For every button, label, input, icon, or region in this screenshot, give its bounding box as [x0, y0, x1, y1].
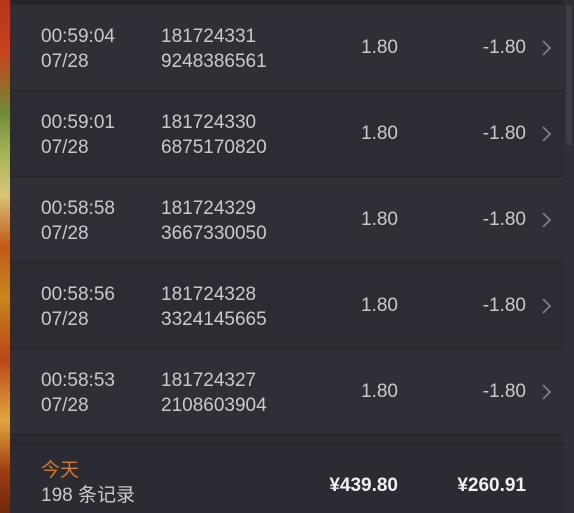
- scrollbar-thumb[interactable]: [566, 5, 572, 145]
- order-number-part-2: 2108603904: [161, 395, 267, 416]
- summary-period-label: 今天: [41, 460, 80, 481]
- order-number-part-2: 3324145665: [161, 309, 267, 330]
- transaction-row[interactable]: 00:58:56 07/28 181724328 3324145665 1.80…: [10, 263, 564, 349]
- transaction-balance-change: -1.80: [482, 37, 526, 58]
- transaction-list-window: 00:59:04 07/28 181724331 9248386561 1.80…: [0, 0, 574, 513]
- order-number-part-1: 181724331: [161, 26, 257, 47]
- chevron-right-icon[interactable]: [540, 382, 552, 402]
- transaction-time: 00:58:53: [41, 370, 115, 391]
- transaction-row[interactable]: 00:58:53 07/28 181724327 2108603904 1.80…: [10, 349, 564, 435]
- order-number-part-2: 9248386561: [161, 51, 267, 72]
- transaction-date: 07/28: [41, 395, 89, 416]
- transaction-datetime: 00:59:01 07/28: [41, 110, 115, 160]
- transaction-order-number: 181724328 3324145665: [161, 282, 267, 332]
- chevron-right-icon[interactable]: [540, 210, 552, 230]
- summary-record-count: 198 条记录: [41, 485, 135, 506]
- transaction-amount: 1.80: [361, 381, 398, 402]
- chevron-right-icon[interactable]: [540, 296, 552, 316]
- transaction-amount: 1.80: [361, 209, 398, 230]
- transaction-order-number: 181724327 2108603904: [161, 368, 267, 418]
- transaction-date: 07/28: [41, 309, 89, 330]
- transaction-amount: 1.80: [361, 37, 398, 58]
- transaction-date: 07/28: [41, 51, 89, 72]
- transaction-balance-change: -1.80: [482, 381, 526, 402]
- chevron-right-icon[interactable]: [540, 38, 552, 58]
- transaction-balance-change: -1.80: [482, 123, 526, 144]
- chevron-right-icon[interactable]: [540, 124, 552, 144]
- transaction-time: 00:58:56: [41, 284, 115, 305]
- transaction-datetime: 00:59:04 07/28: [41, 24, 115, 74]
- transaction-order-number: 181724331 9248386561: [161, 24, 267, 74]
- transaction-amount: 1.80: [361, 295, 398, 316]
- transaction-order-number: 181724329 3667330050: [161, 196, 267, 246]
- transaction-time: 00:59:01: [41, 112, 115, 133]
- transaction-datetime: 00:58:56 07/28: [41, 282, 115, 332]
- summary-footer: 今天 198 条记录 ¥439.80 ¥260.91: [10, 443, 564, 513]
- transaction-row[interactable]: 00:59:04 07/28 181724331 9248386561 1.80…: [10, 5, 564, 91]
- order-number-part-2: 6875170820: [161, 137, 267, 158]
- transaction-datetime: 00:58:53 07/28: [41, 368, 115, 418]
- transaction-time: 00:58:58: [41, 198, 115, 219]
- transaction-balance-change: -1.80: [482, 295, 526, 316]
- transaction-order-number: 181724330 6875170820: [161, 110, 267, 160]
- order-number-part-2: 3667330050: [161, 223, 267, 244]
- transaction-balance-change: -1.80: [482, 209, 526, 230]
- order-number-part-1: 181724327: [161, 370, 257, 391]
- summary-total-amount: ¥439.80: [329, 475, 398, 496]
- background-image-strip: [0, 0, 10, 513]
- transaction-amount: 1.80: [361, 123, 398, 144]
- summary-net-amount: ¥260.91: [457, 475, 526, 496]
- transaction-list: 00:59:04 07/28 181724331 9248386561 1.80…: [10, 5, 564, 435]
- transaction-row[interactable]: 00:58:58 07/28 181724329 3667330050 1.80…: [10, 177, 564, 263]
- transaction-date: 07/28: [41, 137, 89, 158]
- order-number-part-1: 181724328: [161, 284, 257, 305]
- order-number-part-1: 181724329: [161, 198, 257, 219]
- transaction-time: 00:59:04: [41, 26, 115, 47]
- transaction-date: 07/28: [41, 223, 89, 244]
- order-number-part-1: 181724330: [161, 112, 257, 133]
- transaction-row[interactable]: 00:59:01 07/28 181724330 6875170820 1.80…: [10, 91, 564, 177]
- transaction-datetime: 00:58:58 07/28: [41, 196, 115, 246]
